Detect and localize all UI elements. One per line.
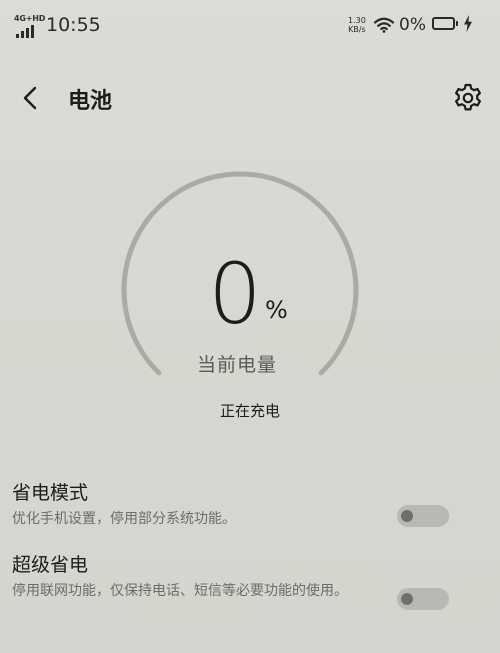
page-title: 电池 (68, 89, 113, 114)
network-speed-unit: KB/s (348, 25, 366, 34)
network-type: 4G+HD (14, 14, 46, 23)
battery-gauge: 0 % 当前电量 (112, 168, 362, 388)
app-header: 电池 (0, 72, 500, 124)
battery-percent-unit: % (265, 296, 288, 324)
current-level-label: 当前电量 (196, 354, 277, 376)
wifi-icon (374, 17, 394, 33)
super-power-saving-title: 超级省电 (12, 554, 89, 576)
power-saving-mode-toggle[interactable] (397, 505, 449, 527)
signal-strength-icon: 4G+HD (14, 14, 46, 38)
network-speed: 1.30 KB/s (348, 16, 366, 34)
battery-icon (432, 17, 458, 30)
toggle-knob (401, 510, 413, 522)
network-speed-value: 1.30 (348, 16, 366, 25)
super-power-saving-toggle[interactable] (397, 588, 449, 610)
status-bar: 4G+HD 10:55 1.30 KB/s 0% (0, 0, 500, 52)
gear-icon[interactable] (452, 82, 484, 114)
super-power-saving-description: 停用联网功能，仅保持电话、短信等必要功能的使用。 (12, 583, 348, 599)
battery-percent-value: 0 (208, 245, 261, 343)
status-battery-percent: 0% (399, 15, 426, 35)
back-arrow-icon[interactable] (16, 82, 46, 114)
toggle-knob (401, 593, 413, 605)
lightning-bolt-icon (464, 15, 472, 32)
power-saving-mode-title: 省电模式 (12, 482, 89, 504)
status-time: 10:55 (46, 14, 101, 36)
battery-screen: 4G+HD 10:55 1.30 KB/s 0% 电池 0 % 当前电量 正在充… (0, 0, 500, 653)
charging-status: 正在充电 (219, 402, 280, 420)
